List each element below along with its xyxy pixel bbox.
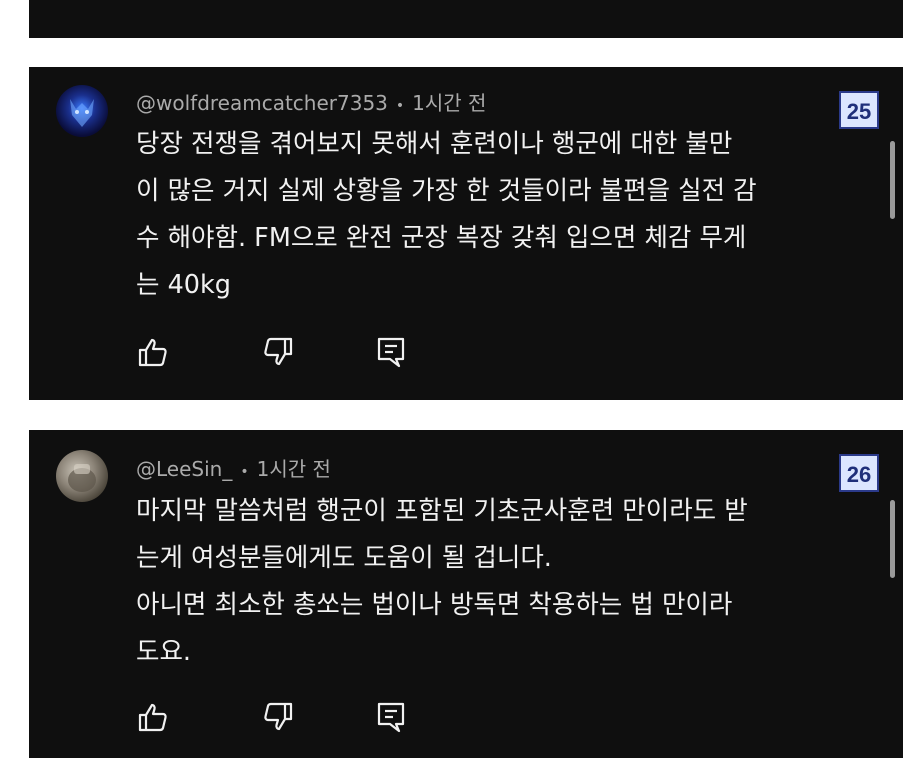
separator: • xyxy=(395,98,405,114)
comment-line: 는게 여성분들에게도 도움이 될 겁니다. xyxy=(136,543,552,573)
comment-index-badge: 25 xyxy=(839,91,879,129)
like-button[interactable] xyxy=(136,335,170,369)
avatar[interactable] xyxy=(56,85,108,137)
comment-line: 이 많은 거지 실제 상황을 가장 한 것들이라 불편을 실전 감 xyxy=(136,176,757,206)
comment-line: 수 해야함. FM으로 완전 군장 복장 갖춰 입으면 체감 무게 xyxy=(136,223,747,253)
like-button[interactable] xyxy=(136,700,170,734)
comment-line: 마지막 말씀처럼 행군이 포함된 기초군사훈련 만이라도 받 xyxy=(136,496,748,526)
scrollbar[interactable] xyxy=(890,500,895,578)
comment-time: 1시간 전 xyxy=(412,91,487,115)
reply-button[interactable] xyxy=(374,335,408,369)
comment-line: 도요. xyxy=(136,637,192,667)
previous-comment-card xyxy=(29,0,903,38)
comment-line: 당장 전쟁을 겪어보지 못해서 훈련이나 행군에 대한 불만 xyxy=(136,129,733,159)
reply-button[interactable] xyxy=(374,700,408,734)
wolf-avatar-icon xyxy=(70,99,94,127)
reply-icon xyxy=(377,702,405,733)
comment-line: 는 40kg xyxy=(136,270,231,300)
avatar[interactable] xyxy=(56,450,108,502)
comment-text: 당장 전쟁을 겪어보지 못해서 훈련이나 행군에 대한 불만 이 많은 거지 실… xyxy=(136,121,836,309)
comment-index-badge: 26 xyxy=(839,454,879,492)
dislike-button[interactable] xyxy=(261,335,295,369)
comment-text: 마지막 말씀처럼 행군이 포함된 기초군사훈련 만이라도 받 는게 여성분들에게… xyxy=(136,488,836,676)
reply-icon xyxy=(377,337,405,368)
thumbs-down-icon xyxy=(264,337,293,366)
dislike-button[interactable] xyxy=(261,700,295,734)
comment-author[interactable]: @wolfdreamcatcher7353 xyxy=(136,91,388,115)
user-avatar-icon xyxy=(68,464,96,492)
comment-card: @LeeSin_ • 1시간 전 26 마지막 말씀처럼 행군이 포함된 기초군사훈… xyxy=(29,430,903,758)
thumbs-up-icon xyxy=(138,338,167,367)
comment-card: @wolfdreamcatcher7353 • 1시간 전 25 당장 전쟁을 겪어… xyxy=(29,67,903,400)
comment-author[interactable]: @LeeSin_ xyxy=(136,457,232,481)
separator: • xyxy=(240,464,249,480)
thumbs-up-icon xyxy=(138,703,167,732)
comment-line: 아니면 최소한 총쏘는 법이나 방독면 착용하는 법 만이라 xyxy=(136,590,733,620)
thumbs-down-icon xyxy=(264,702,293,731)
scrollbar[interactable] xyxy=(890,141,895,219)
comment-meta: @wolfdreamcatcher7353 • 1시간 전 xyxy=(136,87,486,116)
comment-time: 1시간 전 xyxy=(256,457,331,481)
comment-meta: @LeeSin_ • 1시간 전 xyxy=(136,453,331,482)
